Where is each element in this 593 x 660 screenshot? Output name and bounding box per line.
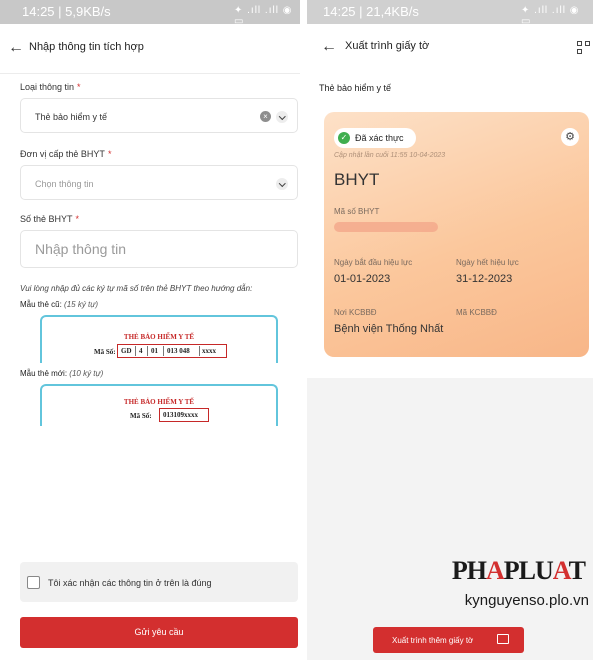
instruction-hint: Vui lòng nhập đủ các ký tự mã số trên th… [20,284,253,293]
logo-part: PLU [503,556,554,585]
info-type-label-text: Loại thông tin [20,82,75,92]
old-code-highlight: GD 4 01 013 048 xxxx [117,344,227,358]
logo-accent: A [486,556,505,585]
check-circle-icon: ✓ [338,132,350,144]
plo-logo: PHAPLUAT [307,556,593,586]
clear-icon[interactable]: × [260,111,271,122]
integration-input-screen: 14:25 | 5,9KB/s ✦ .ıll .ıll ◉ ▭ ← Nhập t… [0,0,300,660]
confirm-checkbox[interactable] [27,576,40,589]
card-type: BHYT [334,170,380,189]
sample-code-label: Mã Số: [130,412,152,420]
card-number-label-text: Số thẻ BHYT [20,214,73,224]
issuer-label: Đơn vị cấp thẻ BHYT * [20,149,111,159]
logo-accent: A [552,556,570,585]
code-separator [199,346,200,356]
card-number-placeholder: Nhập thông tin [35,241,127,257]
top-app-bar: ← Nhập thông tin tích hợp [0,24,300,74]
document-present-screen: 14:25 | 21,4KB/s ✦ .ıll .ıll ◉ ▭ ← Xuất … [307,0,593,660]
old-sample-label: Mẫu thẻ cũ: (15 ký tự) [20,300,98,309]
verified-badge: ✓ Đã xác thực [334,128,416,148]
issuer-placeholder: Chọn thông tin [35,179,94,189]
old-sample-label-text: Mẫu thẻ cũ: [20,300,62,309]
status-bar: 14:25 | 5,9KB/s ✦ .ıll .ıll ◉ ▭ [0,0,300,27]
qr-code-icon[interactable] [577,41,591,55]
code-part: xxxx [202,347,216,355]
export-more-button[interactable]: Xuất trình thêm giấy tờ [373,627,524,653]
page-title: Nhập thông tin tích hợp [29,41,144,53]
back-arrow-icon[interactable]: ← [321,38,337,56]
section-title: Thẻ bảo hiểm y tế [319,83,392,93]
top-app-bar: ← Xuất trình giấy tờ [307,24,593,68]
confirm-text: Tôi xác nhận các thông tin ở trên là đún… [48,578,212,588]
issuer-label-text: Đơn vị cấp thẻ BHYT [20,149,105,159]
code-part: 013 048 [167,347,190,355]
old-sample-note: (15 ký tự) [64,300,99,309]
code-part: 01 [151,347,158,355]
required-mark: * [75,214,80,224]
required-mark: * [107,149,112,159]
required-mark: * [77,82,81,92]
valid-to-label: Ngày hết hiệu lực [456,258,519,267]
chevron-down-icon[interactable] [276,111,288,123]
status-bar: 14:25 | 21,4KB/s ✦ .ıll .ıll ◉ ▭ [307,0,593,27]
sample-card-title: THẺ BẢO HIỂM Y TẾ [123,398,195,406]
chevron-down-icon[interactable] [276,178,288,190]
info-type-select[interactable]: Thẻ bảo hiểm y tế × [20,98,298,133]
new-card-sample-image: THẺ BẢO HIỂM Y TẾ Mã Số: 013109xxxx [40,384,278,426]
settings-gear-icon[interactable]: ⚙ [561,128,579,146]
last-updated: Cập nhật lần cuối 11:55 10-04-2023 [334,152,446,159]
valid-from-label: Ngày bắt đầu hiệu lực [334,258,413,267]
code-part: GD [121,347,132,355]
blurred-card-number [334,222,438,232]
sample-card-title: THẺ BẢO HIỂM Y TẾ [123,333,195,341]
logo-part: T [568,556,586,585]
code-separator [135,346,136,356]
sample-code-label: Mã Số: [94,348,116,356]
issuer-select[interactable]: Chọn thông tin [20,165,298,200]
status-time: 14:25 | 21,4KB/s [323,4,419,19]
back-arrow-icon[interactable]: ← [8,39,24,57]
screenshot-root: 14:25 | 5,9KB/s ✦ .ıll .ıll ◉ ▭ ← Nhập t… [0,0,593,660]
code-part: 013109xxxx [163,411,198,419]
logo-part: PH [451,556,487,585]
confirm-row[interactable]: Tôi xác nhận các thông tin ở trên là đún… [20,562,298,602]
info-type-label: Loại thông tin * [20,82,81,92]
qr-corner [585,41,590,46]
qr-corner [577,49,582,54]
qr-corner [577,41,582,46]
kcb-place-label: Nơi KCBBĐ [334,308,377,317]
submit-button[interactable]: Gửi yêu cầu [20,617,298,648]
code-part: 4 [139,347,143,355]
code-separator [147,346,148,356]
info-type-value: Thẻ bảo hiểm y tế [35,112,108,122]
watermark-url: kynguyenso.plo.vn [464,592,589,609]
status-time: 14:25 | 5,9KB/s [22,4,111,19]
card-number-label: Mã số BHYT [334,207,380,216]
kcb-place-value: Bệnh viện Thống Nhất [334,323,444,335]
new-sample-note: (10 ký tự) [69,369,104,378]
id-card-icon [497,634,509,644]
page-title: Xuất trình giấy tờ [345,40,430,52]
export-more-label: Xuất trình thêm giấy tờ [392,636,474,645]
card-number-label: Số thẻ BHYT * [20,214,79,224]
card-number-input[interactable]: Nhập thông tin [20,230,298,268]
new-sample-label-text: Mẫu thẻ mới: [20,369,68,378]
new-code-highlight: 013109xxxx [159,408,209,422]
new-sample-label: Mẫu thẻ mới: (10 ký tự) [20,369,103,378]
code-separator [163,346,164,356]
health-insurance-card[interactable]: ✓ Đã xác thực ⚙ Cập nhật lần cuối 11:55 … [324,112,589,357]
old-card-sample-image: THẺ BẢO HIỂM Y TẾ Mã Số: GD 4 01 013 048… [40,315,278,363]
verified-text: Đã xác thực [355,133,404,143]
valid-from-value: 01-01-2023 [334,273,391,285]
empty-area [307,378,593,660]
kcb-code-label: Mã KCBBĐ [456,308,497,317]
valid-to-value: 31-12-2023 [456,273,513,285]
